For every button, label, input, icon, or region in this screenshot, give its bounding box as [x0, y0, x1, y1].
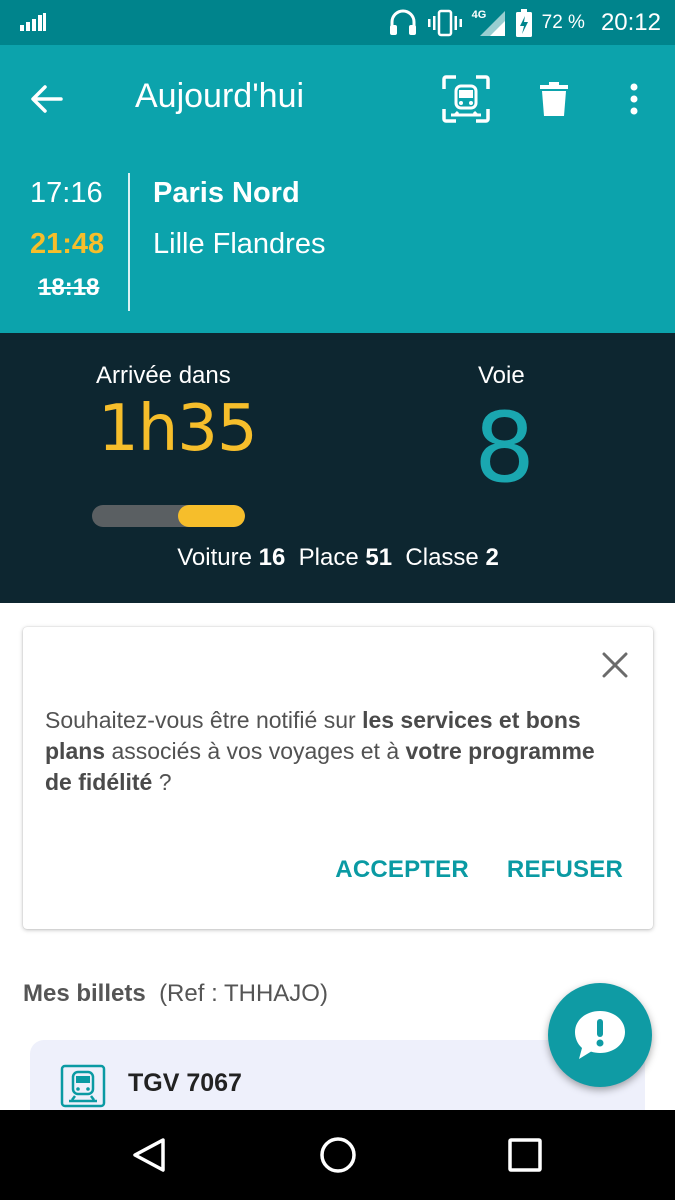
arrival-station: Lille Flandres — [153, 228, 326, 260]
more-vert-icon — [630, 83, 638, 115]
nav-home-icon[interactable] — [318, 1135, 358, 1175]
card-actions: ACCEPTER REFUSER — [335, 855, 623, 885]
platform-number: 8 — [474, 392, 536, 504]
seat-info: Voiture 16 Place 51 Classe 2 — [0, 543, 675, 573]
delete-button[interactable] — [530, 73, 578, 125]
feedback-alert-icon — [575, 1011, 625, 1059]
close-card-button[interactable] — [595, 645, 635, 685]
journey-progress-fill — [178, 505, 245, 527]
divider — [128, 173, 130, 311]
scan-ticket-button[interactable] — [438, 71, 494, 127]
booking-reference: (Ref : THHAJO) — [159, 980, 328, 1007]
nav-back-icon[interactable] — [130, 1135, 170, 1175]
arrival-countdown: 1h35 — [98, 392, 258, 466]
system-nav-bar — [0, 1110, 675, 1200]
class-label: Classe — [405, 544, 479, 571]
tickets-title: Mes billets — [23, 980, 146, 1007]
ticket-train-number: TGV 7067 — [128, 1069, 242, 1097]
scan-train-icon — [442, 75, 490, 123]
new-arrival-time: 21:48 — [30, 228, 105, 260]
notification-card: Souhaitez-vous être notifié sur les serv… — [23, 627, 653, 929]
message-part: Souhaitez-vous être notifié sur — [45, 707, 363, 733]
platform-label: Voie — [478, 362, 525, 389]
seat-number: 51 — [365, 544, 393, 571]
trip-header: Aujourd'hui 17:16 21:48 18:18 Paris Nord… — [0, 45, 675, 333]
mobile-network-icon: 4G — [472, 9, 506, 37]
journey-progress-bar — [92, 505, 245, 527]
clock: 20:12 — [600, 8, 661, 36]
seat-label: Place — [298, 544, 359, 571]
headset-icon — [389, 9, 416, 35]
message-part: ? — [152, 769, 172, 795]
vibrate-icon — [427, 9, 462, 36]
arrival-label: Arrivée dans — [96, 362, 231, 389]
back-button[interactable] — [22, 75, 70, 123]
train-icon — [60, 1064, 106, 1108]
coach-number: 16 — [258, 544, 286, 571]
class-number: 2 — [485, 544, 499, 571]
signal-icon — [20, 13, 46, 31]
battery-percent: 72 % — [541, 11, 585, 33]
nav-recents-icon[interactable] — [505, 1135, 545, 1175]
trash-icon — [540, 82, 568, 116]
more-options-button[interactable] — [612, 73, 656, 125]
accept-button[interactable]: ACCEPTER — [335, 855, 469, 885]
coach-label: Voiture — [177, 544, 252, 571]
page-title: Aujourd'hui — [135, 77, 305, 115]
departure-station: Paris Nord — [153, 177, 300, 209]
status-bar: 4G 72 % 20:12 — [0, 0, 675, 45]
back-arrow-icon — [31, 85, 63, 113]
departure-time: 17:16 — [30, 177, 103, 209]
old-arrival-time: 18:18 — [38, 274, 100, 301]
notification-message: Souhaitez-vous être notifié sur les serv… — [45, 705, 605, 798]
journey-info-panel: Arrivée dans 1h35 Voie 8 Voiture 16 Plac… — [0, 333, 675, 603]
refuse-button[interactable]: REFUSER — [507, 855, 623, 885]
tickets-heading: Mes billets (Ref : THHAJO) — [23, 979, 328, 1009]
message-part: associés à vos voyages et à — [105, 738, 406, 764]
close-icon — [602, 652, 628, 678]
feedback-fab-button[interactable] — [548, 983, 652, 1087]
battery-charging-icon — [515, 8, 532, 37]
